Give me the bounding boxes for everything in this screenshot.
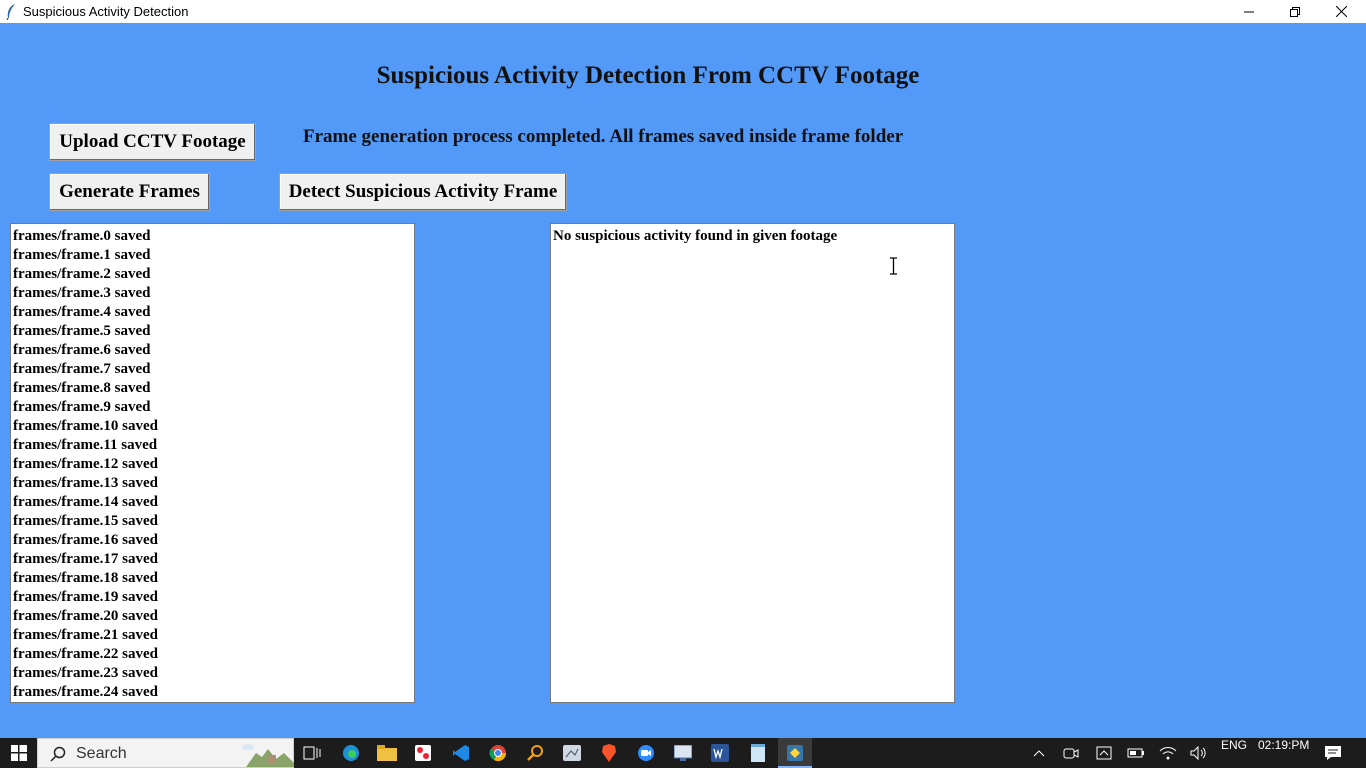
language-indicator[interactable]: ENG (1221, 738, 1247, 768)
frame-log-line: frames/frame.6 saved (13, 342, 151, 358)
tray-app-button[interactable] (1093, 738, 1115, 768)
chrome-icon (489, 745, 507, 762)
frame-log-line: frames/frame.23 saved (13, 665, 158, 681)
minimize-button[interactable] (1226, 0, 1272, 23)
taskbar-app-python[interactable] (778, 738, 812, 768)
camera-icon (1063, 748, 1079, 759)
app-icon (563, 745, 581, 761)
taskbar-app-notepad[interactable] (740, 738, 776, 768)
frame-log-line: frames/frame.7 saved (13, 361, 151, 377)
status-message: Frame generation process completed. All … (303, 126, 904, 147)
frame-log-line: frames/frame.10 saved (13, 418, 158, 434)
vscode-icon (453, 745, 469, 761)
frame-log-line: frames/frame.11 saved (13, 437, 158, 453)
zoom-icon (638, 745, 654, 761)
window-title: Suspicious Activity Detection (23, 4, 189, 19)
taskbar-app-edge[interactable] (333, 738, 369, 768)
frame-log-line: frames/frame.1 saved (13, 247, 151, 263)
frame-log-line: frames/frame.18 saved (13, 570, 158, 586)
tray-meet-button[interactable] (1060, 738, 1082, 768)
feather-icon (6, 4, 15, 20)
taskbar-app-file-explorer[interactable] (369, 738, 405, 768)
notification-icon (1325, 746, 1341, 760)
frame-log-line: frames/frame.21 saved (13, 627, 158, 643)
frame-log-line: frames/frame.19 saved (13, 589, 158, 605)
search-icon (50, 746, 66, 762)
frame-log-line: frames/frame.5 saved (13, 323, 151, 339)
frame-log-line: frames/frame.24 saved (13, 684, 158, 700)
minimize-icon (1244, 11, 1254, 12)
task-view-button[interactable] (296, 738, 328, 768)
taskbar-app-3[interactable] (665, 738, 701, 768)
frames-log-textarea[interactable]: frames/frame.0 saved frames/frame.1 saved… (10, 223, 415, 703)
frame-log-line: frames/frame.2 saved (13, 266, 151, 282)
word-icon (711, 744, 729, 762)
windows-icon (10, 745, 27, 761)
taskbar-app-search[interactable] (517, 738, 553, 768)
search-placeholder: Search (76, 745, 127, 762)
tray-app-icon (1096, 746, 1112, 760)
taskbar: Search ENG 02:19:PM (0, 738, 1366, 768)
action-center-button[interactable] (1320, 738, 1346, 768)
frame-log-line: frames/frame.8 saved (13, 380, 151, 396)
battery-icon (1127, 748, 1144, 758)
notepad-icon (751, 744, 765, 762)
taskbar-app-zoom[interactable] (628, 738, 664, 768)
frame-log-line: frames/frame.16 saved (13, 532, 158, 548)
search-app-icon (527, 745, 543, 761)
frame-log-line: frames/frame.3 saved (13, 285, 151, 301)
task-view-icon (303, 746, 321, 760)
tray-volume-button[interactable] (1188, 738, 1210, 768)
result-text: No suspicious activity found in given fo… (553, 228, 838, 244)
frame-log-line: frames/frame.12 saved (13, 456, 158, 472)
frame-log-line: frames/frame.0 saved (13, 228, 151, 244)
frame-log-line: frames/frame.9 saved (13, 399, 151, 415)
search-highlight-icon (242, 744, 294, 767)
taskbar-app-1[interactable] (405, 738, 441, 768)
start-button[interactable] (0, 738, 37, 768)
tray-battery-button[interactable] (1125, 738, 1147, 768)
frame-log-line: frames/frame.15 saved (13, 513, 158, 529)
taskbar-search[interactable]: Search (37, 738, 294, 768)
close-icon (1335, 6, 1347, 17)
taskbar-app-vscode[interactable] (443, 738, 479, 768)
frame-log-line: frames/frame.17 saved (13, 551, 158, 567)
taskbar-app-2[interactable] (554, 738, 590, 768)
frame-log-line: frames/frame.13 saved (13, 475, 158, 491)
taskbar-app-word[interactable] (702, 738, 738, 768)
python-icon (787, 745, 803, 761)
upload-footage-button[interactable]: Upload CCTV Footage (49, 123, 256, 161)
restore-icon (1290, 6, 1300, 17)
frame-log-line: frames/frame.22 saved (13, 646, 158, 662)
wifi-icon (1159, 747, 1177, 760)
restore-button[interactable] (1272, 0, 1318, 23)
close-button[interactable] (1318, 0, 1364, 23)
frame-log-line: frames/frame.20 saved (13, 608, 158, 624)
frame-log-line: frames/frame.4 saved (13, 304, 151, 320)
clock[interactable]: 02:19:PM (1258, 738, 1309, 768)
tray-network-button[interactable] (1157, 738, 1179, 768)
title-bar: Suspicious Activity Detection (0, 0, 1366, 23)
app-icon (674, 745, 692, 761)
chevron-up-icon (1033, 750, 1045, 757)
result-textarea[interactable]: No suspicious activity found in given fo… (550, 223, 955, 703)
app-icon (415, 745, 431, 761)
show-hidden-icons-button[interactable] (1028, 738, 1050, 768)
file-explorer-icon (377, 745, 397, 761)
page-title: Suspicious Activity Detection From CCTV … (376, 62, 920, 89)
frame-log-line: frames/frame.14 saved (13, 494, 158, 510)
speaker-icon (1190, 746, 1206, 760)
generate-frames-button[interactable]: Generate Frames (49, 173, 210, 211)
text-cursor-icon (890, 257, 897, 275)
edge-icon (343, 745, 359, 761)
taskbar-app-brave[interactable] (591, 738, 627, 768)
detect-activity-button[interactable]: Detect Suspicious Activity Frame (279, 173, 567, 211)
brave-icon (602, 744, 616, 762)
taskbar-app-chrome[interactable] (480, 738, 516, 768)
